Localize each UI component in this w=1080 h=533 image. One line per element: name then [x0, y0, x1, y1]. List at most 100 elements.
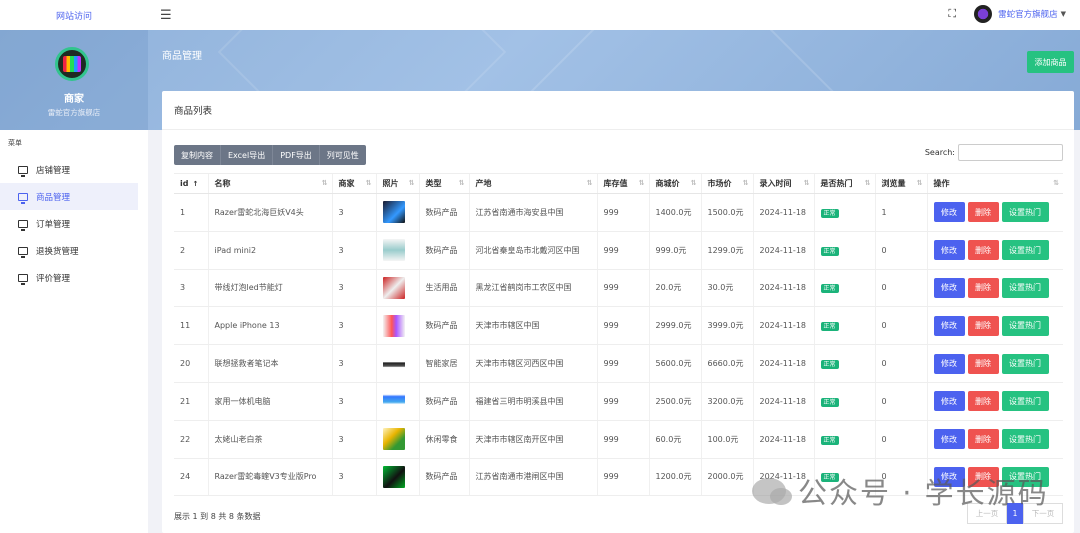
search-input[interactable]: [958, 144, 1063, 161]
sort-icon: ⇅: [916, 179, 923, 187]
cell-photo: [375, 269, 419, 308]
set-hot-button[interactable]: 设置热门: [1001, 315, 1049, 336]
cell-name: 带线灯泡led节能灯: [207, 269, 332, 308]
site-visit-link[interactable]: 网站访问: [0, 9, 148, 22]
table-row: 3 带线灯泡led节能灯 3 生活用品 黑龙江省鹤岗市工农区中国 999 20.0元 30.0…: [174, 269, 1063, 308]
column-header[interactable]: 产地 ⇅: [468, 173, 597, 194]
monitor-icon: [18, 165, 28, 177]
column-header[interactable]: 商家 ⇅: [331, 173, 376, 194]
product-image: [382, 390, 405, 413]
column-header-label: 名称: [214, 179, 231, 188]
sort-icon: ⇅: [458, 179, 465, 187]
set-hot-button[interactable]: 设置热门: [1001, 202, 1049, 223]
sort-icon: ⇅: [365, 179, 372, 187]
cell-id: 20: [174, 344, 208, 383]
delete-button[interactable]: 删除: [967, 240, 999, 261]
cell-type: 智能家居: [418, 344, 469, 383]
cell-date: 2024-11-18: [752, 231, 814, 270]
column-header[interactable]: 操作 ⇅: [926, 173, 1063, 194]
store-name[interactable]: 雷蛇官方旗舰店: [998, 8, 1058, 20]
column-header[interactable]: id ↑: [174, 173, 208, 194]
column-header-label: 浏览量: [881, 179, 906, 188]
top-right-area: ⛶ 雷蛇官方旗舰店 ▼: [948, 5, 1066, 23]
column-header[interactable]: 库存值 ⇅: [596, 173, 649, 194]
delete-button[interactable]: 删除: [967, 202, 999, 223]
sidebar-item-label: 订单管理: [36, 219, 71, 230]
set-hot-button[interactable]: 设置热门: [1001, 429, 1049, 450]
cell-stock: 999: [596, 306, 649, 346]
column-header[interactable]: 类型 ⇅: [418, 173, 469, 194]
set-hot-button[interactable]: 设置热门: [1001, 277, 1049, 298]
search-label: Search:: [924, 148, 955, 157]
pdf-export-button[interactable]: PDF导出: [273, 145, 320, 165]
column-header-label: id: [180, 179, 189, 188]
edit-button[interactable]: 修改: [933, 202, 965, 223]
cell-name: 太姥山老白茶: [207, 420, 332, 459]
set-hot-button[interactable]: 设置热门: [1001, 391, 1049, 412]
sort-icon: ⇅: [864, 179, 871, 187]
column-header[interactable]: 市场价 ⇅: [700, 173, 753, 194]
sidebar-item-label: 评价管理: [36, 273, 71, 284]
sidebar: 菜单 店铺管理 商品管理 订单管理 退换货管理 评价管理: [0, 130, 148, 533]
set-hot-button[interactable]: 设置热门: [1001, 353, 1049, 374]
delete-button[interactable]: 删除: [967, 353, 999, 374]
cell-id: 1: [174, 193, 208, 232]
table-row: 22 太姥山老白茶 3 休闲零食 天津市市辖区南开区中国 999 60.0元 100.0元 20…: [174, 420, 1063, 459]
product-image: [382, 201, 405, 224]
sidebar-item[interactable]: 店铺管理: [0, 156, 148, 183]
delete-button[interactable]: 删除: [967, 315, 999, 336]
cell-hot: 正常: [813, 269, 875, 308]
delete-button[interactable]: 删除: [967, 391, 999, 412]
cell-market-price: 1299.0元: [700, 231, 753, 270]
cell-merchant: 3: [331, 382, 376, 421]
column-header[interactable]: 录入时间 ⇅: [752, 173, 814, 194]
sidebar-item[interactable]: 商品管理: [0, 183, 138, 210]
delete-button[interactable]: 删除: [967, 277, 999, 298]
cell-hot: 正常: [813, 420, 875, 459]
fullscreen-icon[interactable]: ⛶: [948, 7, 956, 21]
column-header[interactable]: 名称 ⇅: [207, 173, 332, 194]
copy-button[interactable]: 复制内容: [174, 145, 221, 165]
product-list-card: 商品列表 复制内容 Excel导出 PDF导出 列可见性 Search: id ↑…: [162, 91, 1074, 533]
cell-market-price: 1500.0元: [700, 193, 753, 232]
sort-icon: ⇅: [321, 179, 328, 187]
column-header[interactable]: 浏览量 ⇅: [874, 173, 927, 194]
sidebar-item[interactable]: 评价管理: [0, 264, 148, 291]
cell-type: 数码产品: [418, 306, 469, 346]
cell-market-price: 30.0元: [700, 269, 753, 308]
column-visibility-button[interactable]: 列可见性: [319, 145, 366, 165]
set-hot-button[interactable]: 设置热门: [1001, 240, 1049, 261]
excel-export-button[interactable]: Excel导出: [221, 145, 274, 165]
delete-button[interactable]: 删除: [967, 429, 999, 450]
add-product-button[interactable]: 添加商品: [1027, 51, 1074, 73]
cell-date: 2024-11-18: [752, 344, 814, 383]
cell-stock: 999: [596, 344, 649, 383]
cell-market-price: 2000.0元: [700, 458, 753, 497]
table-row: 20 联想拯救者笔记本 3 智能家居 天津市市辖区河西区中国 999 5600.0元 6660…: [174, 344, 1063, 383]
product-image: [382, 314, 405, 337]
export-button-group: 复制内容 Excel导出 PDF导出 列可见性: [174, 145, 366, 165]
column-header[interactable]: 照片 ⇅: [375, 173, 419, 194]
edit-button[interactable]: 修改: [933, 315, 965, 336]
profile-name: 商家: [64, 94, 84, 105]
hamburger-icon[interactable]: ☰: [160, 8, 172, 23]
edit-button[interactable]: 修改: [933, 277, 965, 298]
avatar[interactable]: [974, 5, 993, 23]
cell-id: 21: [174, 382, 208, 421]
cell-price: 2999.0元: [648, 306, 701, 346]
column-header[interactable]: 是否热门 ⇅: [813, 173, 875, 194]
cell-name: Razer雷蛇毒蝰V3专业版Pro: [207, 458, 332, 497]
sidebar-item[interactable]: 退换货管理: [0, 237, 148, 264]
edit-button[interactable]: 修改: [933, 353, 965, 374]
merchant-avatar: [55, 47, 89, 81]
cell-origin: 江苏省南通市港闸区中国: [468, 458, 597, 497]
status-badge: 正常: [820, 246, 839, 256]
cell-merchant: 3: [331, 231, 376, 270]
monitor-icon: [18, 246, 28, 258]
chevron-down-icon[interactable]: ▼: [1061, 10, 1066, 18]
edit-button[interactable]: 修改: [933, 391, 965, 412]
edit-button[interactable]: 修改: [933, 240, 965, 261]
sidebar-item[interactable]: 订单管理: [0, 210, 148, 237]
column-header[interactable]: 商城价 ⇅: [648, 173, 701, 194]
edit-button[interactable]: 修改: [933, 429, 965, 450]
